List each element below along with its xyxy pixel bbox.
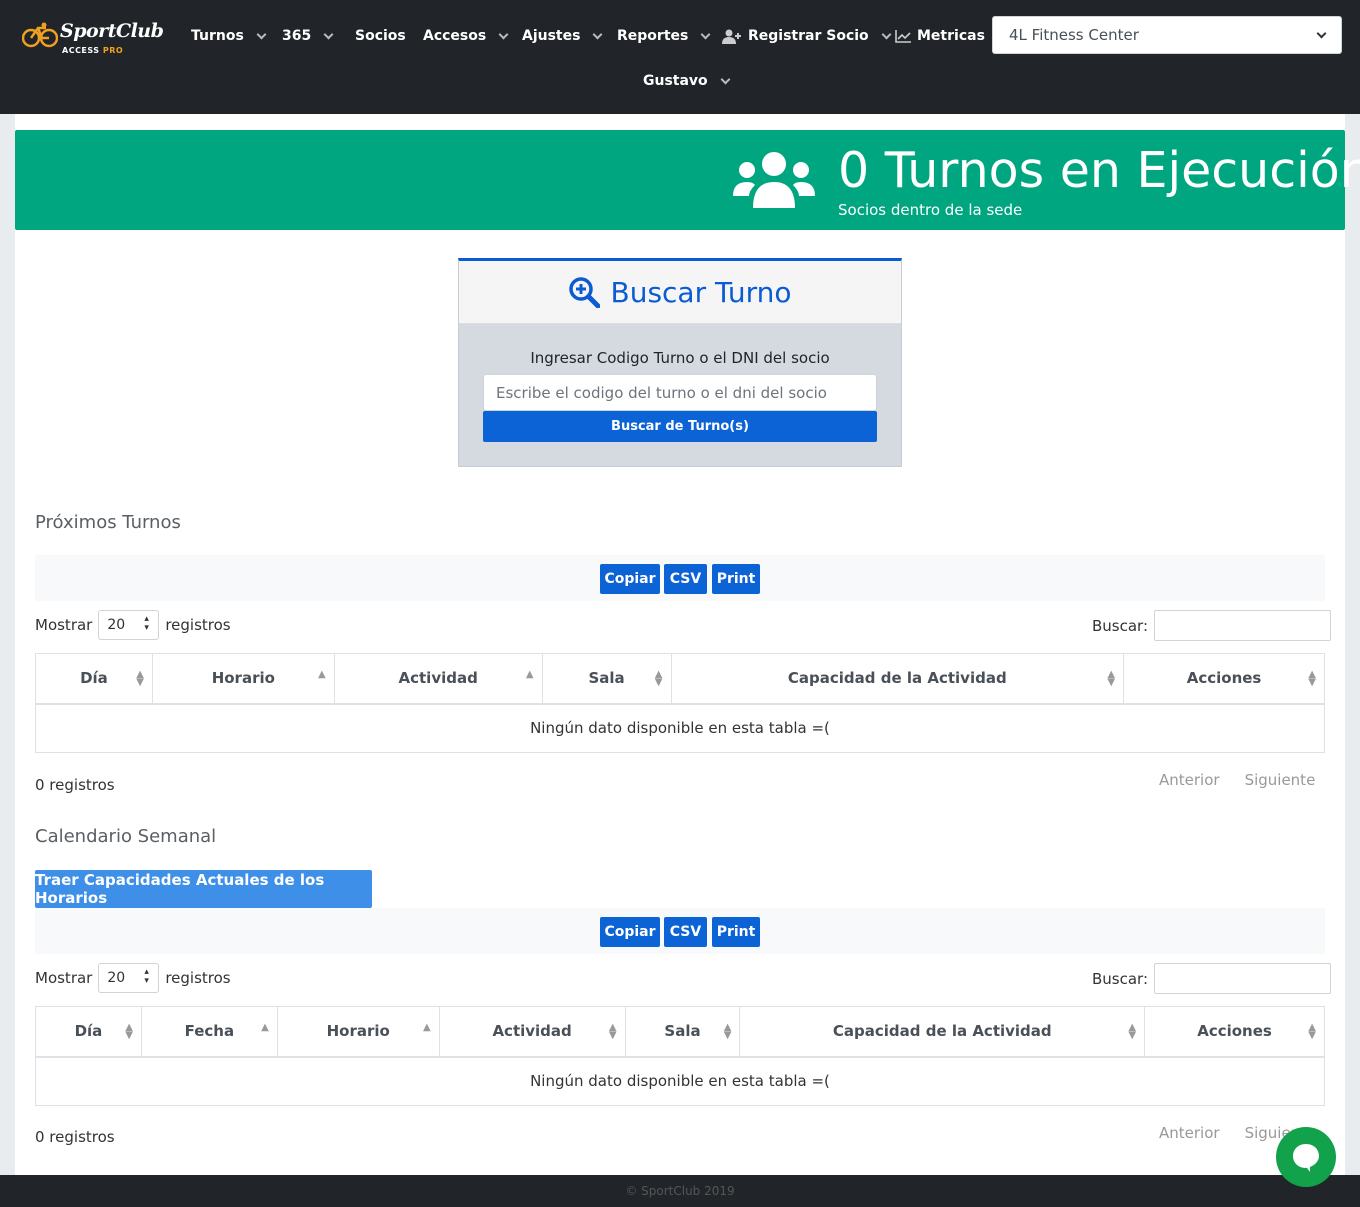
buscar-turnos-button[interactable]: Buscar de Turno(s) <box>483 411 877 442</box>
column-header[interactable]: Actividad ▲ ▼ <box>438 1006 626 1058</box>
chevron-down-icon <box>1316 28 1327 38</box>
search-plus-icon <box>569 277 601 308</box>
line-chart-icon <box>895 29 911 43</box>
traer-capacidades-button[interactable]: Traer Capacidades Actuales de los Horari… <box>35 870 372 908</box>
chevron-down-icon <box>881 29 892 39</box>
proximos-turnos-title: Próximos Turnos <box>35 512 181 533</box>
column-header[interactable]: Día ▲ ▼ <box>35 653 153 705</box>
hero-title: 0 Turnos en Ejecución <box>838 142 1360 199</box>
empty-table-message: Ningún dato disponible en esta tabla =( <box>35 703 1325 753</box>
sort-asc-icon: ▲ <box>261 1022 269 1033</box>
nav-socios[interactable]: Socios <box>355 25 406 47</box>
page-length: Mostrar 20 registros <box>35 610 231 640</box>
hero-subtitle: Socios dentro de la sede <box>838 201 1023 219</box>
pagination: Anterior Siguiente <box>1159 771 1315 789</box>
turnos-en-ejecucion-banner: 0 Turnos en Ejecución Socios dentro de l… <box>15 130 1360 230</box>
calendario-semanal-title: Calendario Semanal <box>35 826 217 847</box>
page-length: Mostrar 20 registros <box>35 963 231 993</box>
filter-input[interactable] <box>1154 963 1332 994</box>
export-buttons: Copiar CSV Print <box>35 555 1325 601</box>
nav-turnos[interactable]: Turnos <box>191 25 267 47</box>
sort-asc-icon: ▲ <box>422 1022 431 1033</box>
top-navbar: SportClub ACCESS PRO Turnos 365 Socios A… <box>0 0 1360 114</box>
nav-accesos[interactable]: Accesos <box>423 25 509 47</box>
user-plus-icon <box>722 29 741 44</box>
nav-365[interactable]: 365 <box>282 25 334 47</box>
print-button[interactable]: Print <box>712 917 760 947</box>
table-filter: Buscar: <box>1092 963 1332 994</box>
nav-metricas[interactable]: Metricas <box>895 25 985 47</box>
logo-subtext: ACCESS PRO <box>62 46 124 55</box>
sort-icon: ▲ ▼ <box>1308 1022 1316 1041</box>
sort-icon: ▲ ▼ <box>723 1022 732 1041</box>
search-input[interactable]: Escribe el codigo del turno o el dni del… <box>483 374 877 411</box>
column-header[interactable]: Capacidad de la Actividad ▲ ▼ <box>739 1006 1146 1058</box>
previous-page-button[interactable]: Anterior <box>1159 1124 1220 1142</box>
filter-input[interactable] <box>1154 610 1332 641</box>
csv-button[interactable]: CSV <box>664 564 707 594</box>
column-header[interactable]: Acciones ▲ ▼ <box>1144 1006 1325 1058</box>
column-header[interactable]: Actividad ▲ <box>333 653 543 705</box>
footer: © SportClub 2019 <box>0 1175 1360 1207</box>
calendario-semanal-table: Día ▲ ▼ Fecha ▲ Horario ▲ Actividad ▲ ▼ Sala ▲ ▼… <box>35 1006 1325 1106</box>
previous-page-button[interactable]: Anterior <box>1159 771 1220 789</box>
chevron-down-icon <box>498 29 509 39</box>
export-buttons: Copiar CSV Print <box>35 908 1325 954</box>
sort-asc-icon: ▲ <box>525 669 534 680</box>
copy-button[interactable]: Copiar <box>600 917 660 947</box>
chevron-down-icon <box>593 29 603 39</box>
sportclub-logo[interactable]: SportClub ACCESS PRO <box>22 18 164 62</box>
chevron-down-icon <box>700 29 711 39</box>
empty-table-message: Ningún dato disponible en esta tabla =( <box>35 1056 1325 1106</box>
next-page-button[interactable]: Siguiente <box>1245 771 1316 789</box>
nav-ajustes[interactable]: Ajustes <box>522 25 603 47</box>
sort-icon: ▲ ▼ <box>125 1022 133 1041</box>
column-header[interactable]: Sala ▲ ▼ <box>541 653 672 705</box>
copy-button[interactable]: Copiar <box>600 564 660 594</box>
column-header[interactable]: Fecha ▲ <box>140 1006 278 1058</box>
sort-icon: ▲ ▼ <box>608 1022 617 1041</box>
column-header[interactable]: Capacidad de la Actividad ▲ ▼ <box>670 653 1125 705</box>
logo-text: SportClub <box>60 20 164 42</box>
sort-icon: ▲ ▼ <box>1308 669 1316 688</box>
proximos-turnos-table: Día ▲ ▼ Horario ▲ Actividad ▲ Sala ▲ ▼ Capacid… <box>35 653 1325 753</box>
sort-icon: ▲ ▼ <box>1107 669 1116 688</box>
print-button[interactable]: Print <box>712 564 760 594</box>
chevron-down-icon <box>323 29 334 39</box>
chat-bubble-icon <box>1293 1144 1319 1172</box>
column-header[interactable]: Horario ▲ <box>276 1006 440 1058</box>
buscar-turno-title: Buscar Turno <box>610 275 792 309</box>
page-length-select[interactable]: 20 <box>98 963 160 993</box>
chevron-down-icon <box>256 29 267 39</box>
sort-asc-icon: ▲ <box>318 669 326 680</box>
csv-button[interactable]: CSV <box>664 917 707 947</box>
column-header[interactable]: Sala ▲ ▼ <box>624 1006 741 1058</box>
buscar-turno-card: Buscar Turno Ingresar Codigo Turno o el … <box>458 258 902 467</box>
table-info: 0 registros <box>35 776 115 794</box>
sort-icon: ▲ ▼ <box>136 669 144 688</box>
site-select[interactable]: 4L Fitness Center <box>992 16 1342 54</box>
sort-icon: ▲ ▼ <box>654 669 663 688</box>
users-icon <box>733 152 815 208</box>
nav-registrar-socio[interactable]: Registrar Socio <box>722 25 892 47</box>
cyclist-logo-icon <box>22 22 58 48</box>
buscar-turno-header: Buscar Turno <box>459 261 901 324</box>
column-header[interactable]: Horario ▲ <box>151 653 335 705</box>
page-length-select[interactable]: 20 <box>98 610 160 640</box>
nav-user-menu[interactable]: Gustavo <box>643 70 731 92</box>
table-filter: Buscar: <box>1092 610 1332 641</box>
column-header[interactable]: Acciones ▲ ▼ <box>1123 653 1325 705</box>
search-label: Ingresar Codigo Turno o el DNI del socio <box>530 349 830 367</box>
table-info: 0 registros <box>35 1128 115 1146</box>
chevron-down-icon <box>720 74 731 84</box>
chat-widget-button[interactable] <box>1276 1127 1336 1187</box>
column-header[interactable]: Día ▲ ▼ <box>35 1006 142 1058</box>
nav-reportes[interactable]: Reportes <box>617 25 711 47</box>
sort-icon: ▲ ▼ <box>1128 1022 1137 1041</box>
